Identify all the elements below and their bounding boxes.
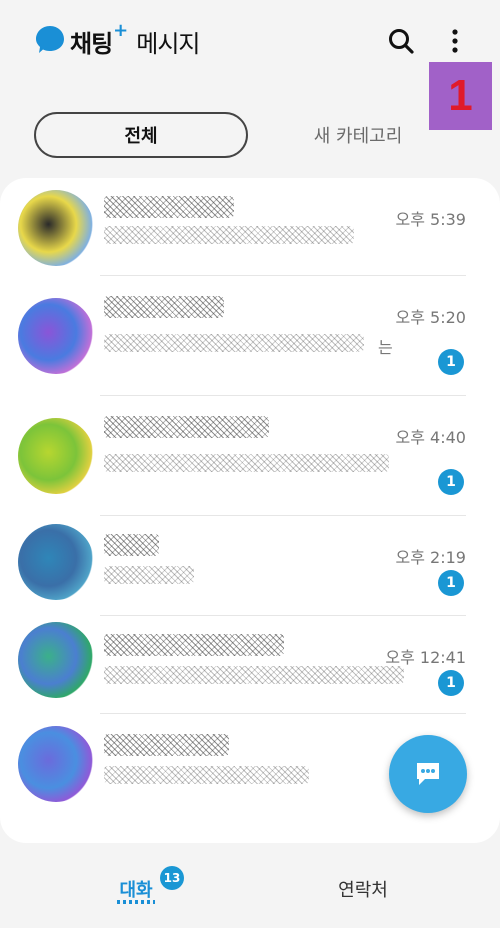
avatar — [18, 524, 94, 600]
conversation-preview — [104, 226, 354, 244]
unread-badge: 1 — [438, 349, 464, 375]
conversation-time: 오후 5:20 — [395, 308, 466, 327]
conversation-preview — [104, 334, 364, 352]
brand-name: 채팅 — [70, 30, 113, 58]
tab-new-category[interactable]: 새 카테고리 — [290, 112, 426, 158]
chats-count-badge: 13 — [160, 866, 184, 890]
list-item[interactable]: 오후 12:41 1 — [0, 616, 500, 714]
bottom-nav: 대화 13 연락처 — [0, 848, 500, 928]
conversation-preview — [104, 454, 389, 472]
app-brand: 채팅 + 메시지 — [70, 20, 201, 59]
app-header: 채팅 + 메시지 — [0, 0, 500, 90]
unread-badge: 1 — [438, 570, 464, 596]
conversation-preview — [104, 766, 309, 784]
conversation-name — [104, 196, 234, 218]
list-item[interactable]: 오후 4:40 1 — [0, 396, 500, 516]
list-item[interactable]: 는 오후 5:20 1 — [0, 276, 500, 396]
new-chat-icon — [417, 763, 439, 785]
conversation-preview — [104, 666, 404, 684]
avatar — [18, 726, 94, 802]
conversation-preview-text: 는 — [378, 338, 393, 357]
conversation-name — [104, 634, 284, 656]
conversation-time: 오후 4:40 — [395, 428, 466, 447]
conversation-name — [104, 734, 229, 756]
conversation-name — [104, 534, 159, 556]
search-icon[interactable] — [386, 26, 416, 56]
list-item[interactable]: 오후 2:19 1 — [0, 516, 500, 616]
avatar — [18, 298, 94, 374]
avatar — [18, 418, 94, 494]
avatar — [18, 622, 94, 698]
conversation-time: 오후 12:41 — [385, 648, 466, 667]
more-vertical-icon[interactable] — [443, 26, 467, 56]
avatar — [18, 190, 94, 266]
unread-badge: 1 — [438, 670, 464, 696]
nav-tab-contacts[interactable]: 연락처 — [318, 876, 408, 902]
conversation-preview — [104, 566, 194, 584]
new-chat-button[interactable] — [389, 735, 467, 813]
brand-plus: + — [113, 20, 129, 41]
active-indicator — [117, 900, 155, 904]
chat-bubble-icon — [36, 26, 64, 53]
unread-badge: 1 — [438, 469, 464, 495]
conversation-time: 오후 2:19 — [395, 548, 466, 567]
conversation-time: 오후 5:39 — [395, 210, 466, 229]
annotation-badge: 1 — [429, 62, 492, 130]
page-title: 메시지 — [136, 30, 200, 58]
conversation-name — [104, 296, 224, 318]
tab-all[interactable]: 전체 — [34, 112, 248, 158]
conversation-name — [104, 416, 269, 438]
list-item[interactable]: 오후 5:39 — [0, 178, 500, 276]
